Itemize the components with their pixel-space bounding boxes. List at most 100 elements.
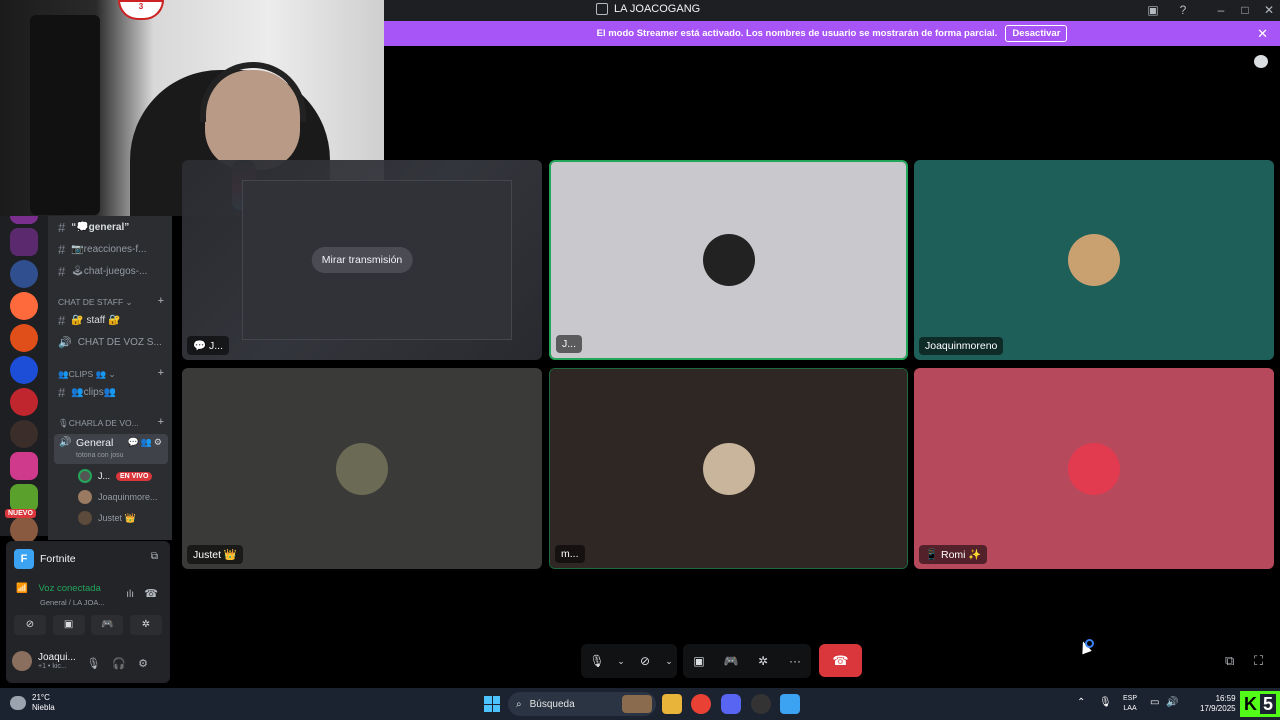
server-icon[interactable] [10, 292, 38, 320]
watch-stream-button[interactable]: Mirar transmisión [311, 247, 413, 273]
inbox-icon[interactable]: ▣ [1144, 2, 1162, 18]
server-icon[interactable] [10, 452, 38, 480]
voice-user[interactable]: Joaquinmore... [78, 490, 158, 504]
server-icon[interactable] [10, 516, 38, 544]
disconnect-call-button[interactable]: ☎ [819, 644, 862, 677]
screen-share-icon[interactable]: ▣ [52, 615, 85, 635]
settings-gear-icon[interactable]: ⚙ [138, 658, 160, 670]
soundboard-icon[interactable]: ✲ [129, 615, 162, 635]
video-tile-stream[interactable]: Mirar transmisión 💬 J... [182, 160, 542, 360]
video-tile[interactable]: m... [549, 368, 908, 569]
hash-icon: # [58, 385, 66, 400]
server-icon[interactable] [10, 260, 38, 288]
channel-clips[interactable]: # 👥clips👥 [58, 385, 116, 400]
window-title-text: LA JOACOGANG [614, 3, 701, 15]
avatar [1068, 234, 1120, 286]
chevron-down-icon[interactable]: ⌄ [661, 644, 677, 678]
activity-game[interactable]: F Fortnite [14, 549, 76, 569]
chevron-up-icon[interactable]: ⌃ [1077, 697, 1085, 708]
soundboard-icon[interactable]: ✲ [747, 644, 779, 678]
network-icon[interactable]: ▭ [1150, 697, 1159, 708]
channel-chat-juegos[interactable]: # 🕹chat-juegos-... [58, 264, 147, 279]
server-icon[interactable] [10, 388, 38, 416]
hash-icon: # [58, 264, 66, 279]
maximize-button[interactable]: □ [1236, 2, 1254, 18]
disconnect-icon[interactable]: ☎ [144, 587, 158, 600]
video-tile[interactable]: J... [549, 160, 908, 360]
minimize-button[interactable]: – [1212, 2, 1230, 18]
layout-code: LAA [1123, 705, 1137, 712]
avatar [702, 442, 755, 495]
video-tile[interactable]: Joaquinmoreno [914, 160, 1274, 360]
add-channel-icon[interactable]: + [158, 295, 164, 307]
server-icon[interactable] [10, 356, 38, 384]
microphone-icon[interactable]: 🎙 [86, 658, 112, 670]
fortnite-icon[interactable] [780, 694, 800, 714]
user-controls: 🎙🎧⚙ [86, 657, 160, 670]
category-label: CHAT DE STAFF [58, 297, 124, 307]
channel-staff[interactable]: # 🔐 staff 🔐 [58, 313, 120, 328]
microphone-icon[interactable]: 🎙 [581, 644, 613, 678]
avatar [336, 442, 388, 495]
voice-user[interactable]: Justet 👑 [78, 511, 136, 525]
discord-icon[interactable] [721, 694, 741, 714]
noise-suppression-icon[interactable]: ılı [126, 589, 134, 600]
camera-off-icon[interactable]: ⊘ [629, 644, 661, 678]
chrome-icon[interactable] [691, 694, 711, 714]
more-options-icon[interactable]: ··· [779, 644, 811, 678]
kick-number: 5 [1260, 694, 1277, 714]
channel-label: “💭general” [71, 222, 130, 233]
streamer-mode-banner: El modo Streamer está activado. Los nomb… [384, 21, 1280, 46]
windows-start-icon[interactable] [484, 696, 500, 712]
screen-share-icon[interactable]: ▣ [683, 644, 715, 678]
server-icon[interactable] [10, 228, 38, 256]
screen-share-icon[interactable]: ⧉ [151, 551, 158, 562]
video-tile[interactable]: Justet 👑 [182, 368, 542, 569]
category-label: 👥CLIPS 👥 [58, 369, 107, 379]
obs-icon[interactable] [751, 694, 771, 714]
volume-icon[interactable]: 🔊 [1166, 697, 1178, 708]
call-actions: ▣ 🎮 ✲ ··· [683, 644, 811, 678]
headphones-icon[interactable]: 🎧 [112, 658, 138, 670]
tile-username: Joaquinmoreno [919, 337, 1004, 355]
chevron-down-icon[interactable]: ⌄ [613, 644, 629, 678]
current-user[interactable]: Joaqui... +1 • kic... [12, 651, 76, 671]
fullscreen-icon[interactable]: ⛶ [1254, 653, 1263, 669]
server-list [0, 216, 48, 544]
banner-close-icon[interactable]: ✕ [1257, 26, 1268, 42]
video-tile[interactable]: 📱 Romi ✨ [914, 368, 1274, 569]
system-clock[interactable]: 16:59 17/9/2025 [1200, 694, 1236, 714]
server-icon[interactable] [10, 324, 38, 352]
activity-icon[interactable]: 🎮 [91, 615, 124, 635]
microphone-icon[interactable]: 🎙 [1099, 697, 1112, 708]
voice-user[interactable]: J... EN VIVO [78, 469, 153, 483]
live-badge: EN VIVO [116, 471, 153, 481]
activity-icon[interactable]: 🎮 [715, 644, 747, 678]
server-icon[interactable] [10, 484, 38, 512]
close-window-button[interactable]: ✕ [1260, 2, 1278, 18]
speaker-shape [30, 15, 100, 215]
help-icon[interactable]: ? [1174, 2, 1192, 18]
add-channel-icon[interactable]: + [158, 367, 164, 379]
deactivate-button[interactable]: Desactivar [1005, 25, 1068, 42]
language-indicator[interactable]: ESP LAA [1123, 694, 1137, 714]
title-bar: LA JOACOGANG ▣ ? – □ ✕ [384, 0, 1280, 21]
channel-voice-staff[interactable]: 🔊 CHAT DE VOZ S... [58, 336, 162, 349]
camera-off-icon[interactable]: ⊘ [14, 615, 46, 635]
server-icon[interactable] [10, 420, 38, 448]
category-staff[interactable]: CHAT DE STAFF ⌄ [58, 297, 133, 308]
chat-bubble-icon[interactable] [1254, 55, 1268, 68]
popout-icon[interactable]: ⧉ [1225, 653, 1234, 669]
taskbar-search[interactable]: ⌕ Búsqueda [508, 692, 656, 716]
channel-actions-icon[interactable]: 💬👥⚙ [128, 437, 164, 448]
channel-general[interactable]: # “💭general” [58, 220, 129, 235]
category-voice[interactable]: 🎙CHARLA DE VO... [58, 418, 139, 429]
channel-reacciones[interactable]: # 📷reacciones-f... [58, 242, 147, 257]
weather-widget[interactable]: 21°C Niebla [10, 693, 55, 713]
category-clips[interactable]: 👥CLIPS 👥 ⌄ [58, 369, 116, 380]
hash-icon: # [58, 220, 66, 235]
file-explorer-icon[interactable] [662, 694, 682, 714]
voice-channel-general[interactable]: 🔊 General totona con josu 💬👥⚙ [54, 434, 168, 464]
server-icon[interactable] [10, 216, 38, 224]
add-channel-icon[interactable]: + [158, 416, 164, 428]
